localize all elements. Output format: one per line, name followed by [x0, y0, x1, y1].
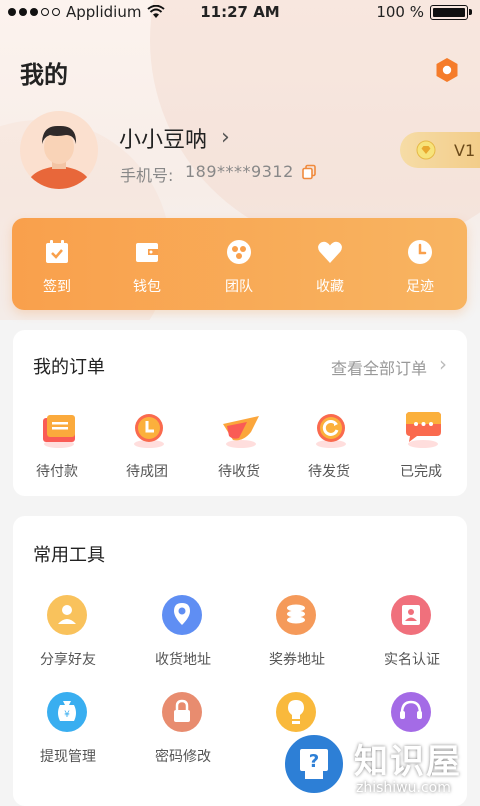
share-friend-icon — [47, 595, 87, 635]
tool-label: 收货地址 — [155, 652, 211, 668]
payment-pending-icon — [43, 415, 75, 448]
receive-pending-icon — [223, 416, 259, 448]
lock-icon — [162, 692, 202, 732]
team-icon — [227, 240, 251, 264]
quick-action-label: 签到 — [43, 279, 71, 295]
tool-label: 奖券地址 — [269, 652, 325, 668]
copy-icon[interactable] — [301, 164, 317, 180]
quick-action-label: 团队 — [225, 279, 253, 295]
phone-label: 手机号: — [120, 166, 174, 185]
vip-level-text: V1 — [454, 140, 476, 160]
watermark-logo: ? 知识屋 zhishiwu.com — [282, 732, 480, 800]
avatar[interactable] — [20, 111, 98, 189]
avatar-illustration-icon — [26, 125, 92, 189]
ship-pending-icon — [316, 414, 346, 448]
order-status-pending-group[interactable]: 待成团 — [107, 405, 187, 485]
completed-chat-icon — [406, 412, 441, 448]
quick-actions-bar: 签到 钱包 团队 收藏 足迹 — [12, 218, 467, 310]
order-status-completed[interactable]: 已完成 — [381, 405, 461, 485]
settings-hexagon-icon[interactable] — [433, 56, 461, 84]
tools-title: 常用工具 — [33, 545, 105, 566]
vip-level-badge[interactable]: V1 — [400, 132, 480, 168]
tool-label: 提现管理 — [40, 749, 96, 765]
group-pending-icon — [134, 414, 164, 448]
tool-share-friends[interactable]: 分享好友 — [13, 594, 123, 684]
tool-label: 密码修改 — [155, 749, 211, 765]
phone-number: 189****9312 — [185, 162, 294, 181]
user-name[interactable]: 小小豆呐 — [119, 122, 207, 154]
quick-action-label: 收藏 — [316, 279, 344, 295]
orders-title: 我的订单 — [33, 357, 105, 378]
battery-percent: 100 % — [376, 3, 424, 21]
quick-action-wallet[interactable]: 钱包 — [112, 218, 182, 310]
location-icon — [162, 595, 202, 635]
order-status-pending-shipment[interactable]: 待发货 — [289, 405, 369, 485]
order-status-label: 待发货 — [308, 464, 350, 480]
chevron-right-icon[interactable]: › — [221, 125, 230, 150]
quick-action-favorites[interactable]: 收藏 — [295, 218, 365, 310]
watermark-question-icon: ? — [282, 732, 346, 796]
vip-diamond-icon — [416, 140, 436, 160]
tool-shipping-address[interactable]: 收货地址 — [128, 594, 238, 684]
tool-change-password[interactable]: 密码修改 — [128, 691, 238, 781]
view-all-orders-link[interactable]: 查看全部订单 — [331, 355, 427, 379]
order-status-pending-payment[interactable]: 待付款 — [17, 405, 97, 485]
quick-action-label: 钱包 — [133, 279, 161, 295]
order-status-label: 待成团 — [126, 464, 168, 480]
quick-action-sign-in[interactable]: 签到 — [22, 218, 92, 310]
id-card-icon — [391, 595, 431, 635]
order-status-label: 已完成 — [400, 464, 442, 480]
battery-icon — [430, 4, 472, 20]
order-status-label: 待付款 — [36, 464, 78, 480]
withdraw-icon: ¥ — [47, 692, 87, 732]
clock-icon — [408, 240, 432, 264]
coupon-icon — [276, 595, 316, 635]
watermark-text: 知识屋 — [354, 742, 462, 782]
order-status-label: 待收货 — [218, 464, 260, 480]
wallet-icon — [136, 243, 158, 262]
orders-card: 我的订单 查看全部订单 › 待付款 待成团 待收货 待发货 已完成 — [13, 330, 467, 496]
quick-action-label: 足迹 — [406, 279, 434, 295]
svg-text:?: ? — [309, 751, 319, 772]
heart-icon — [318, 241, 342, 263]
status-bar: Applidium 11:27 AM 100 % — [0, 0, 480, 24]
tool-label: 实名认证 — [384, 652, 440, 668]
calendar-check-icon — [46, 240, 68, 263]
tool-real-name-verification[interactable]: 实名认证 — [357, 594, 467, 684]
watermark-url: zhishiwu.com — [356, 780, 451, 796]
tool-coupon-address[interactable]: 奖券地址 — [242, 594, 352, 684]
order-status-pending-receipt[interactable]: 待收货 — [199, 405, 279, 485]
status-right: 100 % — [376, 3, 472, 21]
lightbulb-icon — [276, 692, 316, 732]
chevron-right-icon[interactable]: › — [439, 352, 447, 376]
headset-icon — [391, 692, 431, 732]
tool-withdraw-management[interactable]: ¥ 提现管理 — [13, 691, 123, 781]
quick-action-team[interactable]: 团队 — [204, 218, 274, 310]
page-title: 我的 — [20, 61, 68, 89]
quick-action-footprint[interactable]: 足迹 — [385, 218, 455, 310]
tool-label: 分享好友 — [40, 652, 96, 668]
svg-text:¥: ¥ — [64, 710, 70, 720]
